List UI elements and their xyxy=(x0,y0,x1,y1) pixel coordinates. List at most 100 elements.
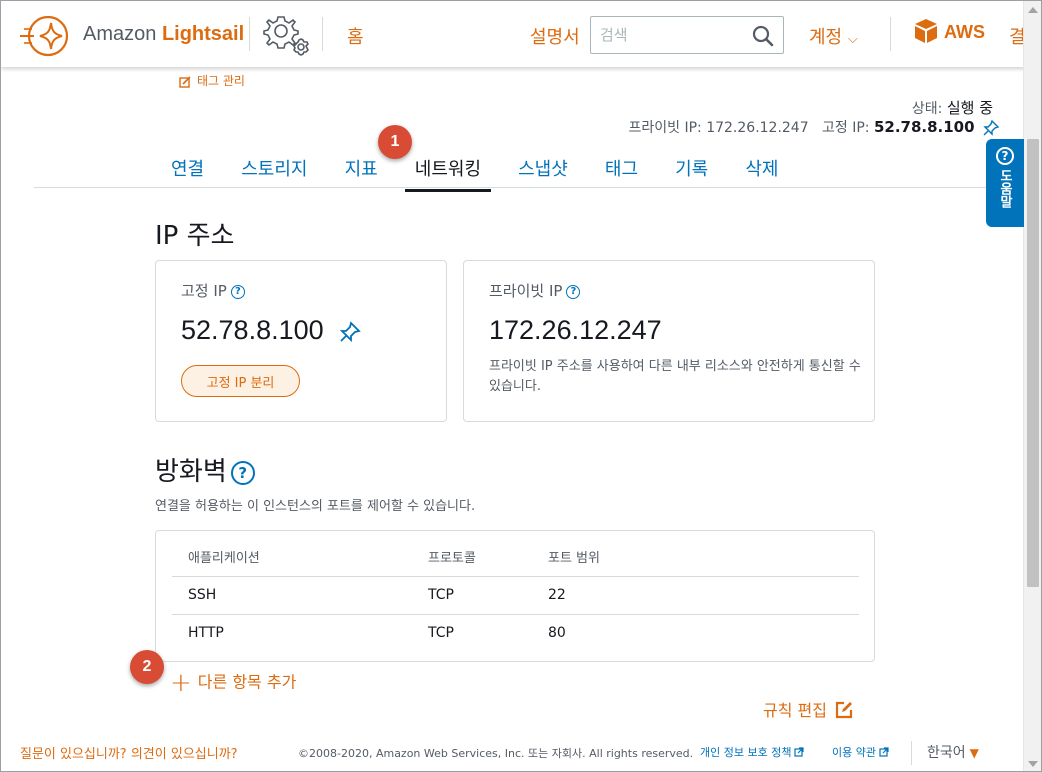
terms-of-use-link[interactable]: 이용 약관 xyxy=(832,744,889,760)
plus-icon: + xyxy=(170,668,192,698)
instance-tabs: 연결 스토리지 지표 네트워킹 스냅샷 태그 기록 삭제 xyxy=(161,151,800,192)
question-circle-icon[interactable]: ? xyxy=(230,460,255,485)
instance-ip-summary: 프라이빗 IP: 172.26.12.247 고정 IP: 52.78.8.10… xyxy=(628,117,1000,137)
lightsail-logo-icon[interactable] xyxy=(18,13,72,59)
private-ip-value: 172.26.12.247 xyxy=(706,120,809,136)
cell-application: HTTP xyxy=(188,625,224,641)
divider xyxy=(249,17,250,51)
external-link-icon xyxy=(794,747,805,757)
ip-section-title: IP 주소 xyxy=(155,221,235,251)
language-selector[interactable]: 한국어 ▼ xyxy=(927,742,979,762)
logo-wordmark[interactable]: Amazon Lightsail xyxy=(83,23,244,46)
divider xyxy=(322,17,323,51)
edit-rules-label: 규칙 편집 xyxy=(763,701,827,720)
tab-storage[interactable]: 스토리지 xyxy=(231,151,317,189)
tab-connect[interactable]: 연결 xyxy=(161,151,214,189)
static-ip-card-label: 고정 IP? xyxy=(181,280,245,301)
external-link-icon xyxy=(879,747,889,757)
tabs-divider xyxy=(34,187,1023,188)
tab-delete[interactable]: 삭제 xyxy=(735,151,788,189)
help-tab-label: 도움말 xyxy=(997,169,1012,208)
chevron-down-icon: ⌵ xyxy=(847,32,858,47)
privacy-policy-label: 개인 정보 보호 정책 xyxy=(700,746,792,759)
edit-icon xyxy=(179,75,191,88)
search-box xyxy=(590,16,784,54)
settings-gear-icon[interactable] xyxy=(261,12,313,58)
private-ip-card-description: 프라이빗 IP 주소를 사용하여 다른 내부 리소스와 안전하게 통신할 수 있… xyxy=(489,359,861,394)
firewall-title-text: 방화벽 xyxy=(155,457,227,487)
logo-brand: Amazon xyxy=(83,23,157,45)
firewall-title: 방화벽? xyxy=(155,451,255,488)
search-input[interactable] xyxy=(591,17,741,53)
privacy-policy-link[interactable]: 개인 정보 보호 정책 xyxy=(700,744,805,760)
static-ip-label: 고정 IP: xyxy=(822,120,870,136)
cell-protocol: TCP xyxy=(428,587,454,603)
browser-frame: Amazon Lightsail 홈 설명서 계정 ⌵ xyxy=(0,0,1042,772)
divider xyxy=(890,17,891,51)
aws-cube-icon xyxy=(915,19,937,44)
divider xyxy=(911,741,912,765)
status-value: 실행 중 xyxy=(946,99,993,117)
scroll-down-arrow-icon[interactable] xyxy=(1028,761,1038,767)
help-side-tab[interactable]: ? 도움말 xyxy=(986,139,1024,227)
manage-tags-link[interactable]: 태그 관리 xyxy=(179,72,245,89)
language-label: 한국어 xyxy=(927,745,966,761)
nav-home-link[interactable]: 홈 xyxy=(347,23,364,49)
aws-label: AWS xyxy=(944,22,986,42)
top-navigation-bar: Amazon Lightsail 홈 설명서 계정 ⌵ xyxy=(1,1,1041,67)
private-ip-card-value: 172.26.12.247 xyxy=(489,315,662,345)
copyright-text: ©2008-2020, Amazon Web Services, Inc. 또는… xyxy=(298,747,694,760)
tab-history[interactable]: 기록 xyxy=(665,151,718,189)
feedback-link[interactable]: 질문이 있으십니까? 의견이 있으십니까? xyxy=(20,743,238,762)
private-ip-card-label: 프라이빗 IP? xyxy=(489,280,581,301)
chevron-down-icon: ▼ xyxy=(969,746,979,760)
terms-of-use-label: 이용 약관 xyxy=(832,746,876,759)
add-another-label: 다른 항목 추가 xyxy=(197,672,297,692)
private-ip-label: 프라이빗 IP: xyxy=(628,120,702,136)
column-header-protocol: 프로토콜 xyxy=(428,551,476,566)
instance-status: 상태: 실행 중 xyxy=(912,97,993,118)
question-circle-icon[interactable]: ? xyxy=(566,284,581,299)
cell-protocol: TCP xyxy=(428,625,454,641)
column-header-port-range: 포트 범위 xyxy=(548,551,600,566)
cell-port: 22 xyxy=(548,587,566,603)
private-ip-card: 프라이빗 IP? 172.26.12.247 프라이빗 IP 주소를 사용하여 … xyxy=(463,260,875,422)
pin-icon[interactable] xyxy=(983,119,1000,136)
detach-static-ip-button[interactable]: 고정 IP 분리 xyxy=(181,365,300,397)
scroll-thumb[interactable] xyxy=(1027,139,1039,587)
question-circle-icon[interactable]: ? xyxy=(230,284,245,299)
static-ip-card-label-text: 고정 IP xyxy=(181,282,227,300)
step-badge-1: 1 xyxy=(378,125,412,159)
firewall-rules-table: 애플리케이션 프로토콜 포트 범위 SSH TCP 22 HTTP TCP 80 xyxy=(155,530,875,662)
scroll-up-arrow-icon[interactable] xyxy=(1028,7,1038,13)
nav-account-menu[interactable]: 계정 ⌵ xyxy=(809,23,858,49)
tab-tags[interactable]: 태그 xyxy=(595,151,648,189)
static-ip-card: 고정 IP? 52.78.8.100 고정 IP 분리 xyxy=(155,260,447,422)
static-ip-card-value: 52.78.8.100 xyxy=(181,315,324,345)
aws-console-link[interactable]: AWS xyxy=(914,19,986,44)
edit-icon xyxy=(835,701,853,719)
cell-port: 80 xyxy=(548,625,566,641)
add-another-rule-link[interactable]: + 다른 항목 추가 xyxy=(170,668,296,698)
question-circle-icon: ? xyxy=(996,147,1014,165)
tab-metrics[interactable]: 지표 xyxy=(335,151,388,189)
firewall-description: 연결을 허용하는 이 인스턴스의 포트를 제어할 수 있습니다. xyxy=(155,499,476,514)
pin-icon[interactable] xyxy=(339,321,361,343)
search-icon[interactable] xyxy=(751,24,775,48)
manage-tags-label: 태그 관리 xyxy=(197,74,245,88)
edit-rules-link[interactable]: 규칙 편집 xyxy=(763,697,853,721)
cell-application: SSH xyxy=(188,587,217,603)
private-ip-card-label-text: 프라이빗 IP xyxy=(489,282,563,300)
vertical-scrollbar[interactable] xyxy=(1023,1,1041,771)
column-header-application: 애플리케이션 xyxy=(188,551,260,566)
tab-networking[interactable]: 네트워킹 xyxy=(404,151,492,192)
nav-account-label: 계정 xyxy=(809,27,843,48)
static-ip-value: 52.78.8.100 xyxy=(873,118,975,136)
step-badge-2: 2 xyxy=(130,650,164,684)
logo-product: Lightsail xyxy=(161,23,245,45)
nav-docs-link[interactable]: 설명서 xyxy=(530,23,580,49)
tab-snapshots[interactable]: 스냅샷 xyxy=(508,151,578,189)
page-footer: 질문이 있으십니까? 의견이 있으십니까? ©2008-2020, Amazon… xyxy=(1,735,1023,771)
table-row: SSH TCP 22 xyxy=(172,576,859,614)
status-label: 상태: xyxy=(911,101,943,117)
